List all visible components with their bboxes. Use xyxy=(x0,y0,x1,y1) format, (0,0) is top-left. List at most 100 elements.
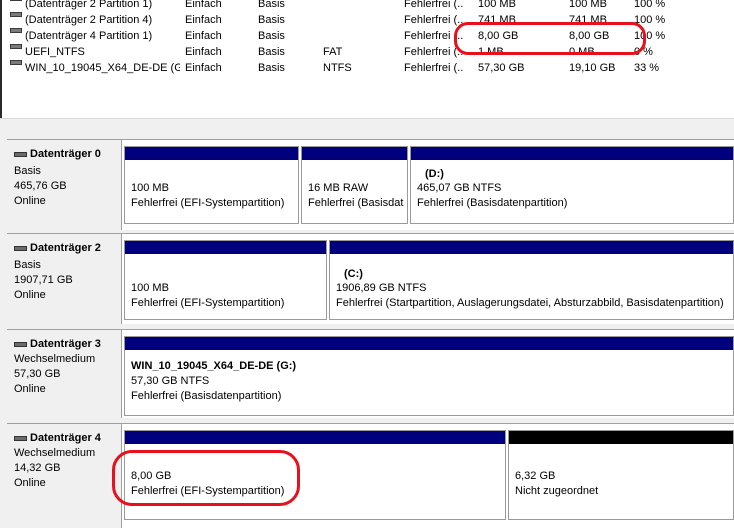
disk-icon xyxy=(14,151,27,157)
disk-icon xyxy=(14,245,27,251)
volume-status: Fehlerfrei (... xyxy=(404,14,464,26)
partition[interactable]: 100 MB Fehlerfrei (EFI-Systempartition) xyxy=(124,146,299,224)
disk-state: Online xyxy=(14,477,46,489)
disk-title-text: Datenträger 0 xyxy=(30,148,101,160)
partition-size: 100 MB xyxy=(131,182,169,194)
drive-icon xyxy=(10,28,22,33)
disk-info[interactable]: Datenträger 4 Wechselmedium 14,32 GB Onl… xyxy=(7,424,122,528)
volume-free-percent: 33 % xyxy=(634,62,660,74)
drive-icon xyxy=(10,0,22,1)
volume-type: Basis xyxy=(258,30,285,42)
partition[interactable]: 100 MB Fehlerfrei (EFI-Systempartition) xyxy=(124,240,327,320)
disk-info[interactable]: Datenträger 3 Wechselmedium 57,30 GB Onl… xyxy=(7,330,122,418)
volume-free-percent: 100 % xyxy=(634,14,666,26)
volume-row[interactable]: UEFI_NTFS Einfach Basis FAT Fehlerfrei (… xyxy=(0,44,734,60)
partition[interactable]: 8,00 GB Fehlerfrei (EFI-Systempartition) xyxy=(124,430,506,520)
volume-capacity: 100 MB xyxy=(478,0,516,10)
volume-name: (Datenträger 2 Partition 4) xyxy=(25,14,153,26)
volume-type: Basis xyxy=(258,46,285,58)
disk-kind: Wechselmedium xyxy=(14,447,96,459)
partition-status: Fehlerfrei (Startpartition, Auslagerungs… xyxy=(336,297,724,309)
partition-status: Fehlerfrei (Basisdatenpartition) xyxy=(417,197,568,209)
volume-capacity: 8,00 GB xyxy=(478,30,519,42)
partition[interactable]: 16 MB RAW Fehlerfrei (Basisdat xyxy=(301,146,408,224)
disk-title: Datenträger 0 xyxy=(14,148,101,160)
partition-label: (D:) xyxy=(425,168,444,180)
partition-size: 8,00 GB xyxy=(131,470,172,482)
volume-layout: Einfach xyxy=(185,46,222,58)
partition-status: Fehlerfrei (EFI-Systempartition) xyxy=(131,485,285,497)
disk-kind: Basis xyxy=(14,259,41,271)
partition[interactable]: (D:) 465,07 GB NTFS Fehlerfrei (Basisdat… xyxy=(410,146,734,224)
volume-free-percent: 100 % xyxy=(634,30,666,42)
volume-name: (Datenträger 4 Partition 1) xyxy=(25,30,153,42)
partition-size: 16 MB RAW xyxy=(308,182,369,194)
disk-info[interactable]: Datenträger 0 Basis 465,76 GB Online xyxy=(7,140,122,230)
volume-row[interactable]: (Datenträger 2 Partition 4) Einfach Basi… xyxy=(0,12,734,28)
disk-size: 1907,71 GB xyxy=(14,274,73,286)
volume-free: 741 MB xyxy=(569,14,607,26)
partition-bar xyxy=(302,147,407,160)
drive-icon xyxy=(10,12,22,17)
disk-state: Online xyxy=(14,289,46,301)
volume-status: Fehlerfrei (... xyxy=(404,46,464,58)
volume-capacity: 1 MB xyxy=(478,46,504,58)
volume-layout: Einfach xyxy=(185,14,222,26)
disk-row-3: Datenträger 3 Wechselmedium 57,30 GB Onl… xyxy=(7,329,734,418)
partition-bar xyxy=(125,431,505,444)
disk-title-text: Datenträger 3 xyxy=(30,338,101,350)
partition-bar xyxy=(125,337,733,350)
volume-name: (Datenträger 2 Partition 1) xyxy=(25,0,153,10)
partition-status: Nicht zugeordnet xyxy=(515,485,599,497)
drive-icon xyxy=(10,44,22,49)
volume-capacity: 741 MB xyxy=(478,14,516,26)
disk-info[interactable]: Datenträger 2 Basis 1907,71 GB Online xyxy=(7,234,122,324)
volume-name: WIN_10_19045_X64_DE-DE (G:) xyxy=(25,62,180,74)
volume-filesystem: FAT xyxy=(323,46,343,58)
volume-status: Fehlerfrei (... xyxy=(404,62,464,74)
volume-type: Basis xyxy=(258,14,285,26)
volume-free-percent: 100 % xyxy=(634,0,666,10)
volume-row[interactable]: WIN_10_19045_X64_DE-DE (G:) Einfach Basi… xyxy=(0,60,734,76)
disk-state: Online xyxy=(14,195,46,207)
volume-list: (Datenträger 2 Partition 1) Einfach Basi… xyxy=(0,0,734,118)
disk-row-2: Datenträger 2 Basis 1907,71 GB Online 10… xyxy=(7,233,734,324)
volume-row[interactable]: (Datenträger 4 Partition 1) Einfach Basi… xyxy=(0,28,734,44)
volume-free: 8,00 GB xyxy=(569,30,610,42)
volume-filesystem: NTFS xyxy=(323,62,352,74)
pane-splitter[interactable] xyxy=(0,118,734,133)
volume-layout: Einfach xyxy=(185,30,222,42)
volume-free: 19,10 GB xyxy=(569,62,616,74)
volume-status: Fehlerfrei (... xyxy=(404,30,464,42)
disk-title: Datenträger 3 xyxy=(14,338,101,350)
volume-name: UEFI_NTFS xyxy=(25,46,85,58)
disk-title-text: Datenträger 4 xyxy=(30,432,101,444)
volume-free: 100 MB xyxy=(569,0,607,10)
partition-bar xyxy=(125,241,326,254)
partition[interactable]: WIN_10_19045_X64_DE-DE (G:) 57,30 GB NTF… xyxy=(124,336,734,416)
volume-status: Fehlerfrei (... xyxy=(404,0,464,10)
disk-kind: Basis xyxy=(14,165,41,177)
disk-icon xyxy=(14,435,27,441)
disk-size: 57,30 GB xyxy=(14,368,61,380)
disk-title: Datenträger 4 xyxy=(14,432,101,444)
unallocated-space[interactable]: 6,32 GB Nicht zugeordnet xyxy=(508,430,734,520)
volume-layout: Einfach xyxy=(185,62,222,74)
disk-row-0: Datenträger 0 Basis 465,76 GB Online 100… xyxy=(7,139,734,230)
unallocated-bar xyxy=(509,431,733,444)
volume-type: Basis xyxy=(258,0,285,10)
partition-bar xyxy=(330,241,733,254)
volume-type: Basis xyxy=(258,62,285,74)
partition-label: (C:) xyxy=(344,268,363,280)
partition-status: Fehlerfrei (EFI-Systempartition) xyxy=(131,297,285,309)
partition-status: Fehlerfrei (EFI-Systempartition) xyxy=(131,197,285,209)
volume-free: 0 MB xyxy=(569,46,595,58)
volume-free-percent: 0 % xyxy=(634,46,653,58)
disk-row-4: Datenträger 4 Wechselmedium 14,32 GB Onl… xyxy=(7,423,734,528)
drive-icon xyxy=(10,60,22,65)
disk-icon xyxy=(14,341,27,347)
partition-bar xyxy=(411,147,733,160)
volume-row[interactable]: (Datenträger 2 Partition 1) Einfach Basi… xyxy=(0,0,734,12)
partition[interactable]: (C:) 1906,89 GB NTFS Fehlerfrei (Startpa… xyxy=(329,240,734,320)
disk-title-text: Datenträger 2 xyxy=(30,242,101,254)
